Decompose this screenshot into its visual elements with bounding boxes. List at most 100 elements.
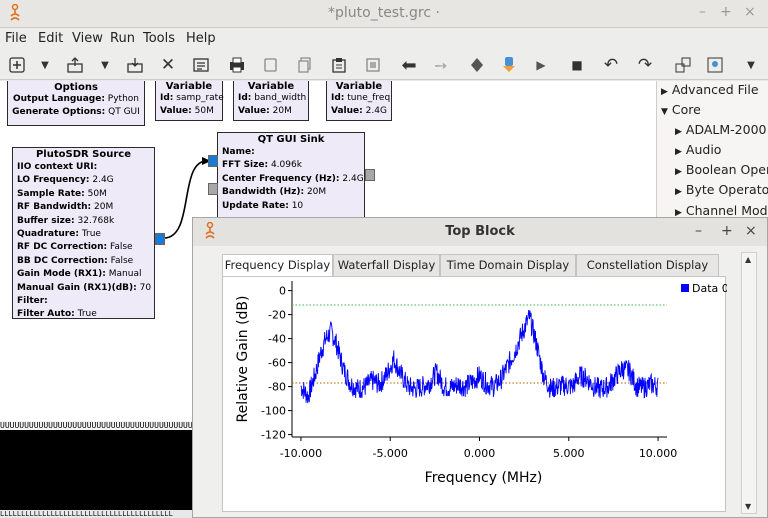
search-icon[interactable] bbox=[704, 53, 726, 77]
redo-arrow-icon[interactable]: ➙ bbox=[430, 53, 452, 77]
find-icon[interactable] bbox=[672, 53, 694, 77]
param-key: Sample Rate: bbox=[17, 188, 85, 199]
menu-help[interactable]: Help bbox=[186, 31, 216, 46]
legend-label: Data 0 bbox=[692, 282, 727, 295]
param-value: True bbox=[81, 229, 101, 240]
rotate-cw-icon[interactable]: ↷ bbox=[634, 53, 656, 77]
variable-block-samp-rate[interactable]: Variable Id: samp_rate Value: 50M bbox=[155, 81, 224, 121]
scroll-down-icon[interactable]: ▼ bbox=[745, 502, 751, 511]
tree-item-audio[interactable]: ▶ Audio bbox=[675, 142, 721, 157]
block-title: Variable bbox=[335, 81, 383, 92]
param-key: Filter Auto: bbox=[17, 309, 75, 320]
tab-waterfall-display[interactable]: Waterfall Display bbox=[333, 254, 440, 277]
new-icon[interactable] bbox=[6, 53, 28, 77]
y-tick-label: -120 bbox=[261, 429, 286, 442]
app-root: *pluto_test.grc · – + × File Edit View R… bbox=[0, 0, 768, 518]
more-icon[interactable]: ▼ bbox=[740, 53, 762, 77]
copy-icon[interactable] bbox=[260, 53, 282, 77]
variable-block-tune-freq[interactable]: Variable Id: tune_freq Value: 2.4G bbox=[326, 81, 392, 121]
expand-arrow-icon[interactable]: ▶ bbox=[675, 147, 682, 157]
param-key: Filter: bbox=[17, 296, 48, 307]
param-key: Id: bbox=[238, 93, 252, 103]
qt-gui-sink-block[interactable]: QT GUI Sink Name: FFT Size: 4.096k Cente… bbox=[217, 132, 365, 220]
tree-item-advanced-file[interactable]: ▶ Advanced File bbox=[661, 82, 759, 97]
open-icon[interactable] bbox=[64, 53, 86, 77]
minimize-button[interactable]: – bbox=[695, 223, 702, 239]
menu-edit[interactable]: Edit bbox=[38, 31, 63, 46]
param-key: RF DC Correction: bbox=[17, 242, 108, 253]
param-key: Value: bbox=[331, 106, 363, 117]
delete-icon[interactable] bbox=[362, 53, 384, 77]
console-output[interactable]: UUUUUUUUUUUUUUUUUUUUUUUUUUUUUUUUUUUUUUUU… bbox=[0, 421, 192, 518]
output-port-disconnected[interactable] bbox=[365, 169, 375, 181]
run-icon[interactable]: ▶ bbox=[530, 53, 552, 77]
tree-item-channel-models[interactable]: ▶ Channel Models bbox=[675, 203, 768, 218]
frequency-plot[interactable]: 0 -20 -40 -60 -80 -100 -120 -10.000 -5.000 0.000 5… bbox=[223, 277, 729, 513]
block-title: Options bbox=[54, 82, 98, 93]
menu-file[interactable]: File bbox=[5, 31, 27, 46]
close-icon[interactable]: ✕ bbox=[157, 53, 179, 77]
expand-arrow-icon[interactable]: ▶ bbox=[675, 167, 682, 177]
y-tick-label: -60 bbox=[268, 357, 286, 370]
param-value: band_width bbox=[254, 93, 307, 103]
rotate-ccw-icon[interactable]: ↶ bbox=[600, 53, 622, 77]
x-tick-label: -5.000 bbox=[372, 447, 407, 460]
param-key: IIO context URI: bbox=[17, 162, 98, 172]
close-button[interactable]: × bbox=[744, 4, 756, 20]
maximize-button[interactable]: + bbox=[720, 4, 732, 20]
param-key: Bandwidth (Hz): bbox=[222, 187, 305, 198]
expand-arrow-icon[interactable]: ▶ bbox=[675, 187, 682, 197]
param-key: FFT Size: bbox=[222, 160, 269, 171]
top-block-title-bar[interactable]: Top Block – + × bbox=[193, 218, 767, 246]
dropdown-arrow-icon[interactable]: ▼ bbox=[94, 53, 116, 77]
print-icon[interactable] bbox=[226, 53, 248, 77]
param-value: 2.4G bbox=[342, 173, 364, 184]
menu-tools[interactable]: Tools bbox=[143, 31, 175, 46]
param-key: Gain Mode (RX1): bbox=[17, 269, 106, 280]
x-axis-label: Frequency (MHz) bbox=[425, 470, 543, 486]
tree-item-byte-operators[interactable]: ▶ Byte Operators bbox=[675, 182, 768, 197]
expand-arrow-icon[interactable]: ▶ bbox=[661, 87, 668, 97]
vertical-scrollbar[interactable]: ▲ ▼ bbox=[741, 252, 757, 514]
tab-frequency-display[interactable]: Frequency Display bbox=[222, 254, 333, 277]
generate-icon[interactable] bbox=[190, 53, 212, 77]
block-title: Variable bbox=[247, 81, 295, 92]
save-icon[interactable] bbox=[124, 53, 146, 77]
tree-item-boolean-operators[interactable]: ▶ Boolean Operators bbox=[675, 162, 768, 177]
expand-arrow-icon[interactable]: ▶ bbox=[675, 127, 682, 137]
param-key: Name: bbox=[222, 147, 255, 157]
data-series-line[interactable] bbox=[300, 309, 659, 404]
tab-constellation-display[interactable]: Constellation Display bbox=[576, 254, 719, 277]
tree-item-adalm-2000[interactable]: ▶ ADALM-2000 bbox=[675, 122, 767, 137]
close-button[interactable]: × bbox=[745, 223, 757, 239]
options-block[interactable]: Options Output Language: Python Generate… bbox=[7, 81, 145, 126]
menu-run[interactable]: Run bbox=[110, 31, 135, 46]
input-port[interactable] bbox=[208, 155, 218, 167]
output-port[interactable] bbox=[155, 233, 165, 245]
collapse-arrow-icon[interactable]: ▼ bbox=[661, 107, 668, 117]
paste-icon[interactable] bbox=[294, 53, 316, 77]
console-line: LLLLLLLLLLLLLLLLLLLLLLLLLLLLLLLLLLLLLLLL… bbox=[0, 510, 192, 518]
maximize-button[interactable]: + bbox=[721, 223, 733, 239]
input-port-disconnected[interactable] bbox=[208, 183, 218, 195]
y-tick-label: -100 bbox=[261, 405, 286, 418]
plutosdr-source-block[interactable]: PlutoSDR Source IIO context URI: LO Freq… bbox=[12, 147, 155, 319]
param-value: 70 bbox=[139, 282, 152, 293]
menu-view[interactable]: View bbox=[72, 31, 103, 46]
stop-icon[interactable]: ■ bbox=[566, 53, 588, 77]
tree-item-core[interactable]: ▼ Core bbox=[661, 102, 701, 117]
execute-icon[interactable] bbox=[498, 53, 520, 77]
variable-block-band-width[interactable]: Variable Id: band_width Value: 20M bbox=[233, 81, 309, 121]
tree-item-label: Byte Operators bbox=[685, 182, 768, 197]
clipboard-icon[interactable] bbox=[328, 53, 350, 77]
dropdown-arrow-icon[interactable]: ▼ bbox=[34, 53, 56, 77]
x-tick-label: 5.000 bbox=[553, 447, 585, 460]
tab-time-domain-display[interactable]: Time Domain Display bbox=[440, 254, 576, 277]
frequency-plot-panel[interactable]: 0 -20 -40 -60 -80 -100 -120 -10.000 -5.000 0.000 5… bbox=[222, 276, 729, 513]
undo-arrow-icon[interactable]: ⬅ bbox=[398, 53, 420, 77]
x-tick-label: -10.000 bbox=[280, 447, 322, 460]
kill-icon[interactable] bbox=[466, 53, 488, 77]
scroll-up-icon[interactable]: ▲ bbox=[745, 255, 751, 264]
minimize-button[interactable]: – bbox=[699, 4, 706, 20]
param-key: Generate Options: bbox=[12, 107, 106, 118]
